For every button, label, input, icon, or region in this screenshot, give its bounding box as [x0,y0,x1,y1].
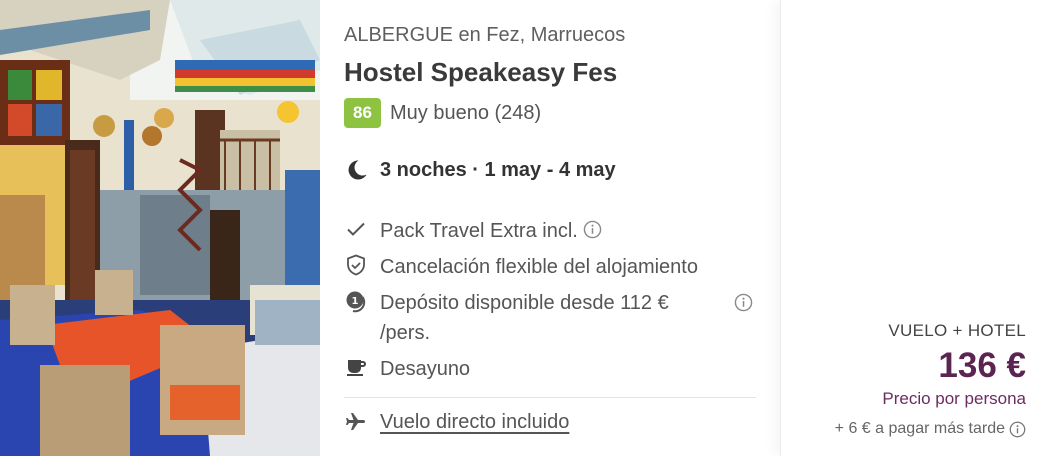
rating: 86 Muy bueno (248) [344,98,541,128]
rating-label: Muy bueno (248) [390,101,542,124]
stay-dates: 3 noches · 1 may - 4 may [344,157,616,183]
pay-later-text: + 6 € a pagar más tarde [834,420,1005,437]
feature-breakfast: Desayuno [344,354,470,384]
info-icon[interactable] [734,293,753,312]
rating-score-badge: 86 [344,98,381,128]
svg-text:1: 1 [352,296,359,307]
price-amount[interactable]: 136 € [938,346,1026,386]
feature-deposit: 1 Depósito disponible desde 112 € /pers. [344,288,759,348]
price-panel[interactable]: VUELO + HOTEL 136 € Precio por persona +… [780,0,1044,456]
moon-icon [344,157,370,183]
feature-pack-travel: Pack Travel Extra incl. [344,216,602,246]
accommodation-type-location: ALBERGUE en Fez, Marruecos [344,24,626,46]
info-icon[interactable] [583,218,602,239]
stay-dates-text: 3 noches · 1 may - 4 may [380,158,616,181]
feature-label: Depósito disponible desde 112 € /pers. [380,292,669,344]
shield-check-icon [344,253,368,277]
divider [344,397,756,398]
hotel-info: ALBERGUE en Fez, Marruecos Hostel Speake… [344,0,759,456]
feature-label: Desayuno [380,358,471,380]
deposit-coin-icon: 1 [344,289,368,313]
feature-label: Cancelación flexible del alojamiento [380,256,698,278]
direct-flight-link[interactable]: Vuelo directo incluido [380,411,569,434]
feature-flexible-cancellation: Cancelación flexible del alojamiento [344,252,698,282]
hotel-result-card[interactable]: ALBERGUE en Fez, Marruecos Hostel Speake… [0,0,1044,456]
package-type-label: VUELO + HOTEL [888,321,1026,340]
hotel-name[interactable]: Hostel Speakeasy Fes [344,57,617,88]
feature-label: Pack Travel Extra incl. [380,220,578,242]
airplane-icon [344,410,368,434]
check-icon [344,217,368,241]
info-icon[interactable] [1009,421,1026,438]
coffee-cup-icon [344,355,368,379]
direct-flight: Vuelo directo incluido [344,410,569,434]
hotel-photo[interactable] [0,0,320,456]
pay-later-note: + 6 € a pagar más tarde [835,420,1026,438]
price-per-person-label: Precio por persona [882,389,1026,408]
